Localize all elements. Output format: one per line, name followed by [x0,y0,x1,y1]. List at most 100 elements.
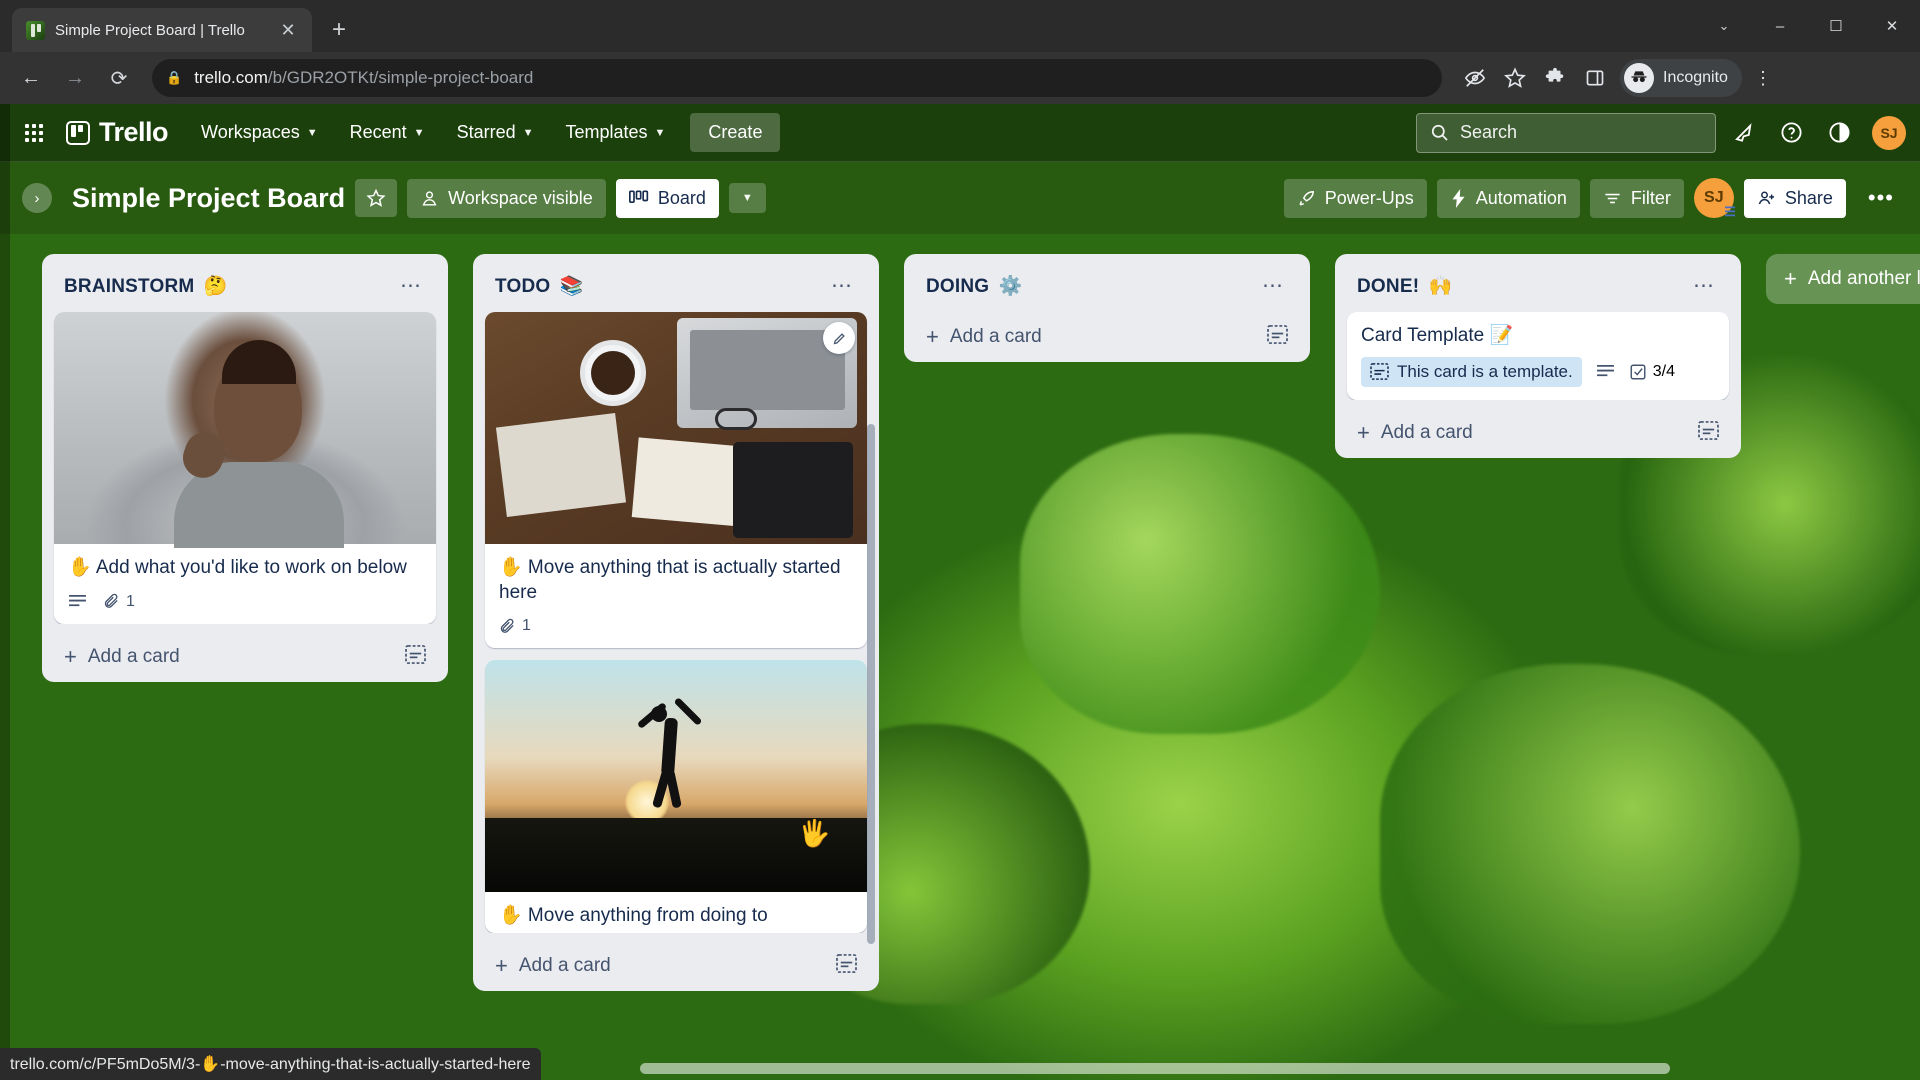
list-actions-icon[interactable]: ⋯ [394,273,428,298]
chrome-menu-icon[interactable]: ⋮ [1744,59,1782,97]
list-done: DONE! 🙌 ⋯ Card Template 📝 This card is a [1335,254,1741,458]
trello-logo[interactable]: Trello [60,117,182,148]
card-template-icon[interactable] [405,644,426,669]
help-icon[interactable] [1770,112,1812,154]
list-title-wrap[interactable]: DONE! 🙌 [1357,274,1452,298]
status-bar-url: trello.com/c/PF5mDo5M/3-✋-move-anything-… [0,1048,541,1080]
board-view-dropdown[interactable]: ▼ [728,183,766,213]
template-icon [1370,363,1389,381]
add-card-done[interactable]: + Add a card [1345,408,1731,458]
power-ups-button[interactable]: Power-Ups [1283,178,1427,218]
card-body: ✋ Move anything from doing to [485,892,867,933]
eye-crossed-icon[interactable] [1456,59,1494,97]
reload-button[interactable]: ⟳ [100,59,138,97]
add-another-list-button[interactable]: + Add another list [1766,254,1920,304]
card-template-icon[interactable] [1698,420,1719,445]
share-button[interactable]: Share [1743,178,1846,218]
minimize-button[interactable]: – [1752,0,1808,52]
board-horizontal-scrollbar[interactable] [640,1063,1670,1074]
close-window-button[interactable]: ✕ [1864,0,1920,52]
new-tab-button[interactable]: + [322,13,356,47]
notifications-bell-icon[interactable] [1722,112,1764,154]
workspace-visibility-button[interactable]: Workspace visible [407,178,606,218]
attachment-icon [104,593,118,608]
plus-icon: + [926,324,939,349]
list-actions-icon[interactable]: ⋯ [1256,273,1290,298]
sidebar-toggle-icon[interactable]: › [22,183,52,213]
list-title-wrap[interactable]: DOING ⚙️ [926,274,1022,298]
chevron-down-icon[interactable]: ⌄ [1696,0,1752,52]
automation-button[interactable]: Automation [1436,178,1580,218]
search-icon [1431,124,1448,141]
nav-item-starred[interactable]: Starred ▼ [444,113,547,152]
plus-icon: + [64,643,77,669]
create-button[interactable]: Create [690,113,781,152]
card[interactable]: ✋ Add what you'd like to work on below 1 [54,312,436,624]
apps-grid-icon[interactable] [14,113,54,153]
nav-item-templates[interactable]: Templates ▼ [552,113,678,152]
card-body: ✋ Move anything that is actually started… [485,544,867,648]
lock-icon: 🔒 [166,70,183,85]
edit-card-icon[interactable] [823,322,855,354]
list-doing: DOING ⚙️ ⋯ + Add a card [904,254,1310,362]
board-left-edge [0,104,10,1080]
close-icon[interactable]: ✕ [276,18,300,42]
bookmark-star-icon[interactable] [1496,59,1534,97]
card-badges: 1 [499,617,853,635]
nav-item-label: Starred [456,122,516,142]
card-list: ✋ Move anything that is actually started… [483,312,869,934]
chevron-down-icon: ▼ [741,192,753,204]
profile-label: Incognito [1663,69,1728,86]
add-card-brainstorm[interactable]: + Add a card [52,632,438,682]
board-menu-button[interactable]: ••• [1856,179,1906,217]
search-input[interactable]: Search [1416,112,1716,153]
card-title: ✋ Add what you'd like to work on below [68,557,407,578]
card-template-icon[interactable] [1267,325,1288,349]
avatar-initials: SJ [1704,189,1724,206]
card-list: ✋ Add what you'd like to work on below 1 [52,312,438,624]
list-scrollbar[interactable] [867,424,875,944]
card[interactable]: ✋ Move anything that is actually started… [485,312,867,649]
nav-item-recent[interactable]: Recent ▼ [337,113,438,152]
filter-icon [1605,193,1620,203]
nav-item-label: Templates [565,122,648,142]
board-view-button[interactable]: Board [615,178,719,218]
back-button[interactable]: ← [12,59,50,97]
search-placeholder: Search [1460,122,1518,142]
theme-toggle-icon[interactable] [1818,112,1860,154]
list-title-wrap[interactable]: TODO 📚 [495,274,583,298]
extensions-icon[interactable] [1536,59,1574,97]
list-todo: TODO 📚 ⋯ ✋ Move anything that is actuall… [473,254,879,992]
add-person-icon [1758,190,1774,204]
trello-logo-text: Trello [99,117,169,147]
list-title-wrap[interactable]: BRAINSTORM 🤔 [64,274,228,298]
forward-button[interactable]: → [56,59,94,97]
add-card-todo[interactable]: + Add a card [483,941,869,992]
card[interactable]: Card Template 📝 This card is a template. [1347,312,1729,400]
description-icon [1596,364,1615,379]
browser-tab[interactable]: Simple Project Board | Trello ✕ [12,8,312,52]
trello-page: Trello Workspaces ▼ Recent ▼ Starred ▼ T… [0,104,1920,1080]
list-emoji-thinking-face: 🤔 [203,275,228,297]
attachment-icon [500,618,514,633]
nav-item-workspaces[interactable]: Workspaces ▼ [188,113,331,152]
list-title: DOING [926,275,990,297]
list-actions-icon[interactable]: ⋯ [825,273,859,298]
plus-icon: + [1357,419,1370,445]
maximize-button[interactable]: ☐ [1808,0,1864,52]
address-bar[interactable]: 🔒 trello.com/b/GDR2OTKt/simple-project-b… [152,59,1442,97]
power-ups-label: Power-Ups [1324,187,1414,208]
card-template-icon[interactable] [836,954,857,978]
board-member-avatar[interactable]: SJ ☰ [1693,178,1736,219]
card[interactable]: ✋ Move anything from doing to [485,660,867,934]
list-header: DOING ⚙️ ⋯ [914,264,1300,312]
side-panel-icon[interactable] [1576,59,1614,97]
profile-incognito-button[interactable]: Incognito [1620,59,1742,97]
filter-button[interactable]: Filter [1589,178,1684,218]
chevron-down-icon: ▼ [306,126,318,139]
add-card-doing[interactable]: + Add a card [914,312,1300,362]
add-list-label: Add another list [1807,268,1920,289]
user-avatar[interactable]: SJ [1872,115,1906,150]
list-actions-icon[interactable]: ⋯ [1687,273,1721,298]
star-board-icon[interactable] [355,179,398,217]
